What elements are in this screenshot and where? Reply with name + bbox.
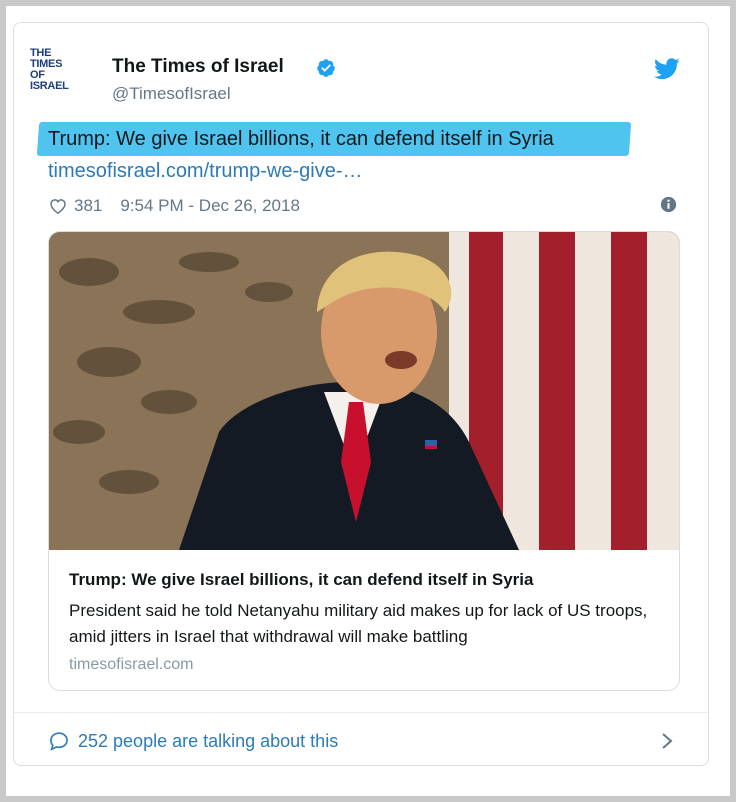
card-domain: timesofisrael.com <box>69 656 194 673</box>
card-description: President said he told Netanyahu militar… <box>69 601 648 646</box>
footer-divider <box>14 712 708 713</box>
tweet-timestamp[interactable]: 9:54 PM - Dec 26, 2018 <box>120 196 300 216</box>
logo-line-1: THE TIMES <box>30 47 63 70</box>
card-title[interactable]: Trump: We give Israel billions, it can d… <box>69 570 669 590</box>
logo-line-2: OF ISRAEL <box>30 69 69 92</box>
twitter-bird-icon[interactable] <box>654 58 680 80</box>
verified-badge-icon <box>317 59 335 77</box>
publisher-logo[interactable]: THE TIMES OF ISRAEL <box>30 48 82 92</box>
tweet-link[interactable]: timesofisrael.com/trump-we-give-… <box>48 160 363 183</box>
tweet-text: Trump: We give Israel billions, it can d… <box>48 128 554 150</box>
conversation-link[interactable]: 252 people are talking about this <box>48 728 338 754</box>
account-handle[interactable]: @TimesofIsrael <box>112 84 231 104</box>
info-icon[interactable] <box>660 196 677 213</box>
heart-icon[interactable] <box>48 196 68 216</box>
speech-bubble-icon <box>50 732 68 751</box>
talking-count[interactable]: 252 people are talking about this <box>78 731 338 752</box>
like-count[interactable]: 381 <box>74 196 102 216</box>
article-image[interactable] <box>49 232 680 550</box>
account-name[interactable]: The Times of Israel <box>112 56 284 78</box>
tweet-meta: 381 9:54 PM - Dec 26, 2018 <box>48 194 300 218</box>
link-preview-card[interactable]: Trump: We give Israel billions, it can d… <box>48 231 680 691</box>
chevron-right-icon[interactable] <box>660 731 674 751</box>
